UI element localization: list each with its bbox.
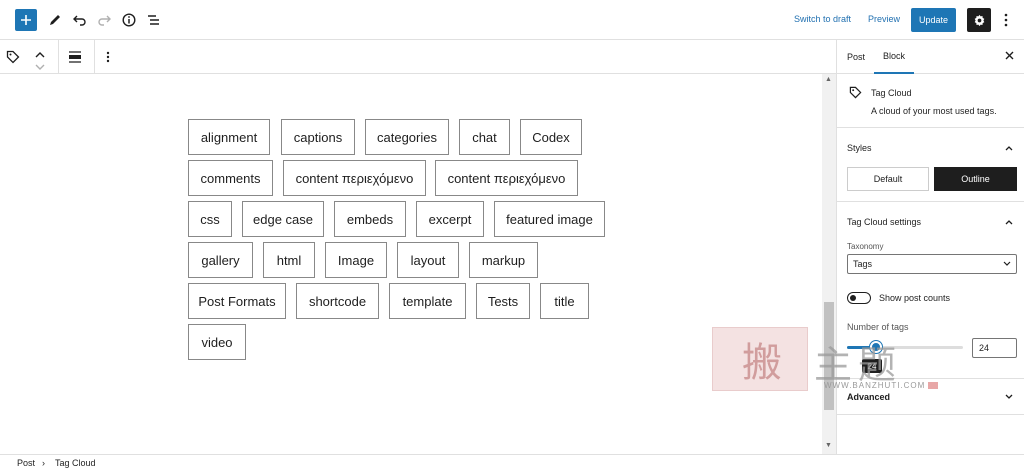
scroll-down-icon[interactable]: ▼ <box>825 442 832 449</box>
watermark-url: WWW.BANZHUTI.COM <box>824 381 926 390</box>
redo-icon <box>98 15 111 26</box>
block-description: A cloud of your most used tags. <box>871 106 997 116</box>
tools-button[interactable] <box>45 10 65 30</box>
tag-link[interactable]: Tests <box>476 283 530 319</box>
list-view-button[interactable] <box>144 10 164 30</box>
styles-heading[interactable]: Styles <box>847 143 872 153</box>
chevron-down-icon <box>1003 261 1011 266</box>
tag-link[interactable]: content περιεχόμενο <box>435 160 578 196</box>
undo-icon <box>73 15 86 26</box>
tag-link[interactable]: html <box>263 242 315 278</box>
switch-to-draft-button[interactable]: Switch to draft <box>794 14 851 24</box>
settings-sidebar: Post Block Tag Cloud A cloud of your mos… <box>836 40 1024 454</box>
undo-button[interactable] <box>70 10 90 30</box>
gear-icon <box>974 14 984 26</box>
preview-button[interactable]: Preview <box>868 14 900 24</box>
style-outline-button[interactable]: Outline <box>934 167 1017 191</box>
tag-link[interactable]: comments <box>188 160 273 196</box>
breadcrumb-item-tag-cloud[interactable]: Tag Cloud <box>55 458 96 468</box>
tag-link[interactable]: excerpt <box>416 201 484 237</box>
move-up-button[interactable] <box>34 46 48 58</box>
tag-link[interactable]: captions <box>281 119 355 155</box>
details-button[interactable] <box>119 10 139 30</box>
tag-link[interactable]: categories <box>365 119 449 155</box>
move-down-button[interactable] <box>34 58 48 70</box>
block-options-button[interactable] <box>106 50 114 64</box>
breadcrumb-item-post[interactable]: Post <box>17 458 35 468</box>
tag-icon <box>849 86 862 99</box>
show-post-counts-toggle[interactable] <box>847 292 871 304</box>
tag-link[interactable]: alignment <box>188 119 270 155</box>
tag-link[interactable]: css <box>188 201 232 237</box>
breadcrumb: Post › Tag Cloud <box>0 454 1024 469</box>
info-icon <box>122 13 136 27</box>
more-vertical-icon <box>1004 13 1008 27</box>
editor-header: Switch to draft Preview Update <box>0 0 1024 40</box>
toolbar-divider <box>94 40 95 74</box>
tab-block[interactable]: Block <box>874 40 915 74</box>
canvas-scrollbar[interactable]: ▲ ▼ <box>822 74 836 454</box>
settings-button[interactable] <box>967 8 991 32</box>
add-block-button[interactable] <box>15 9 37 31</box>
breadcrumb-separator: › <box>42 458 45 468</box>
tag-link[interactable]: edge case <box>242 201 324 237</box>
tag-link[interactable]: Image <box>325 242 387 278</box>
update-button[interactable]: Update <box>911 8 956 32</box>
block-toolbar <box>0 40 836 74</box>
advanced-heading[interactable]: Advanced <box>847 392 890 402</box>
tag-link[interactable]: layout <box>397 242 459 278</box>
tag-link[interactable]: shortcode <box>296 283 379 319</box>
block-card: Tag Cloud A cloud of your most used tags… <box>837 74 1024 128</box>
watermark-stamp-glyph: 搬 <box>742 340 782 386</box>
toggle-knob <box>850 295 856 301</box>
redo-button[interactable] <box>94 10 114 30</box>
tag-link[interactable]: embeds <box>334 201 406 237</box>
number-of-tags-input[interactable]: 24 <box>972 338 1017 358</box>
options-button[interactable] <box>1000 10 1012 30</box>
plus-icon <box>21 15 31 25</box>
tag-icon <box>6 50 20 64</box>
tag-link[interactable]: featured image <box>494 201 605 237</box>
align-button[interactable] <box>68 50 84 64</box>
show-post-counts-label: Show post counts <box>879 293 951 303</box>
block-type-button[interactable] <box>6 50 22 64</box>
tab-post[interactable]: Post <box>847 40 865 74</box>
tag-link[interactable]: Codex <box>520 119 582 155</box>
taxonomy-select[interactable]: Tags <box>847 254 1017 274</box>
list-view-icon <box>148 15 159 25</box>
settings-heading[interactable]: Tag Cloud settings <box>847 217 921 227</box>
editor-canvas: alignment captions categories chat Codex… <box>0 74 822 454</box>
tag-link[interactable]: Post Formats <box>188 283 286 319</box>
chevron-up-icon[interactable] <box>1004 143 1014 153</box>
scroll-up-icon[interactable]: ▲ <box>825 76 832 83</box>
close-icon <box>1005 51 1013 60</box>
tag-link[interactable]: template <box>389 283 466 319</box>
tag-link[interactable]: markup <box>469 242 538 278</box>
tag-link[interactable]: chat <box>459 119 510 155</box>
toolbar-divider <box>58 40 59 74</box>
tag-link[interactable]: content περιεχόμενο <box>283 160 426 196</box>
taxonomy-value: Tags <box>853 259 873 269</box>
block-title: Tag Cloud <box>871 88 912 98</box>
watermark-stamp: 搬 <box>712 327 808 391</box>
tag-link[interactable]: title <box>540 283 589 319</box>
close-sidebar-button[interactable] <box>1003 50 1015 62</box>
number-of-tags-label: Number of tags <box>847 322 909 332</box>
tag-link[interactable]: gallery <box>188 242 253 278</box>
style-default-button[interactable]: Default <box>847 167 929 191</box>
sidebar-tabs: Post Block <box>837 40 1024 74</box>
align-icon <box>69 51 81 63</box>
watermark-mark <box>928 382 938 389</box>
taxonomy-label: Taxonomy <box>847 242 884 251</box>
chevron-down-icon <box>35 64 45 70</box>
pencil-icon <box>50 15 60 25</box>
tag-link[interactable]: video <box>188 324 246 360</box>
chevron-down-icon[interactable] <box>1004 392 1014 402</box>
more-vertical-icon <box>106 51 110 63</box>
chevron-up-icon[interactable] <box>1004 217 1014 227</box>
